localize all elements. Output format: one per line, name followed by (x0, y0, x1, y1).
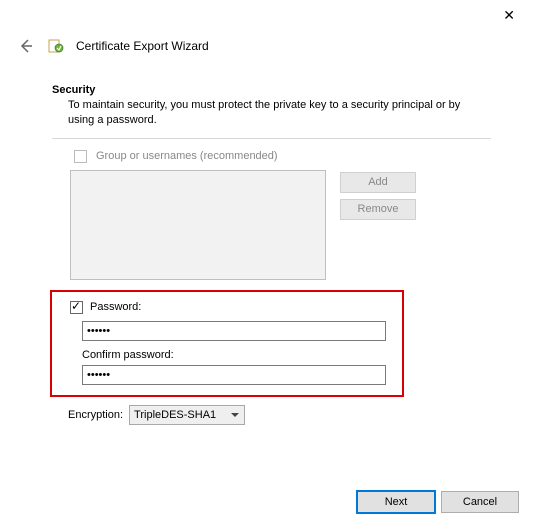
next-button[interactable]: Next (357, 491, 435, 513)
wizard-title: Certificate Export Wizard (76, 39, 209, 53)
back-arrow-icon[interactable] (16, 36, 36, 56)
close-icon[interactable]: ✕ (497, 6, 521, 24)
remove-button: Remove (340, 199, 416, 220)
principals-listbox (70, 170, 326, 280)
confirm-password-label: Confirm password: (82, 349, 386, 361)
password-input[interactable] (82, 321, 386, 341)
password-label: Password: (90, 301, 141, 313)
section-description: To maintain security, you must protect t… (52, 98, 462, 128)
password-section-highlight: Password: Confirm password: (50, 290, 404, 397)
wizard-header: Certificate Export Wizard (0, 30, 535, 56)
password-checkbox[interactable] (70, 301, 83, 314)
group-usernames-checkbox (74, 150, 87, 163)
section-heading: Security (52, 84, 491, 96)
cancel-button[interactable]: Cancel (441, 491, 519, 513)
add-button: Add (340, 172, 416, 193)
certificate-icon (48, 38, 64, 54)
divider (52, 138, 491, 139)
encryption-label: Encryption: (68, 409, 123, 421)
encryption-select[interactable] (129, 405, 245, 425)
confirm-password-input[interactable] (82, 365, 386, 385)
group-usernames-label: Group or usernames (recommended) (96, 150, 278, 162)
